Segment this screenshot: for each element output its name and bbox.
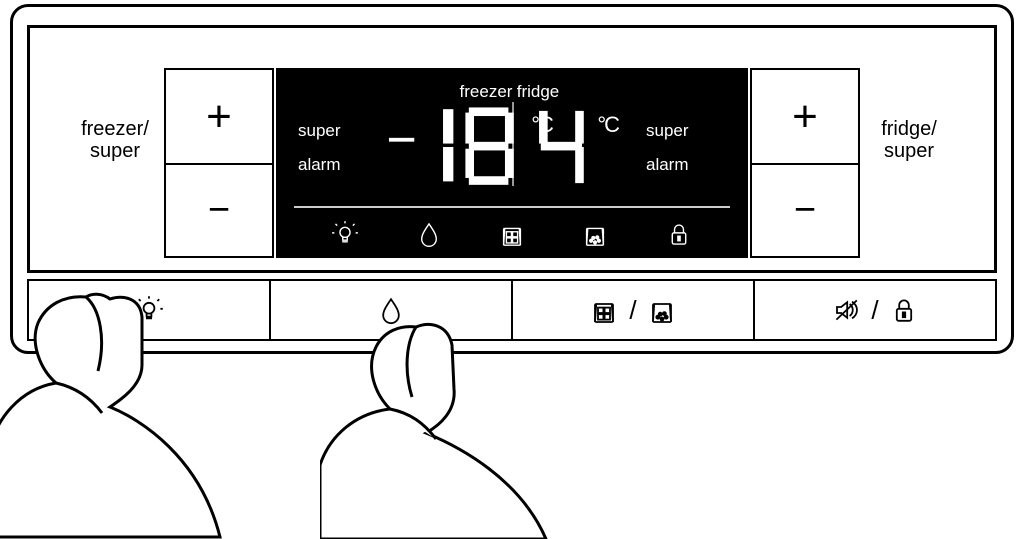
- label-text: freezer/: [81, 118, 149, 140]
- lcd-display: super alarm super alarm freezer fridge −: [276, 68, 748, 258]
- freezer-temp-controls: + −: [164, 68, 274, 258]
- fridge-flags: super alarm: [646, 114, 726, 182]
- temp-sign: −: [386, 114, 415, 173]
- ice-cubes-icon: [498, 220, 526, 248]
- display-panel-area: freezer/ super fridge/ super + − + − sup…: [27, 25, 997, 273]
- lcd-rule: [294, 206, 730, 208]
- light-icon: [331, 220, 359, 248]
- separator: /: [871, 295, 878, 326]
- lcd-readout: super alarm super alarm freezer fridge −: [276, 68, 748, 203]
- crushed-ice-icon: [647, 295, 677, 325]
- separator: /: [629, 295, 636, 326]
- freezer-temperature: − °C: [386, 104, 552, 212]
- flag-alarm: alarm: [646, 148, 726, 182]
- freezer-temp-down-button[interactable]: −: [164, 163, 274, 258]
- freezer-flags: super alarm: [298, 114, 378, 182]
- lcd-divider: [512, 102, 514, 186]
- fridge-temp-down-button[interactable]: −: [750, 163, 860, 258]
- fridge-temperature: °C: [533, 104, 618, 212]
- finger-left-illustration: [0, 289, 290, 539]
- temp-unit: °C: [597, 112, 618, 138]
- lock-icon: [665, 220, 693, 248]
- minus-icon: −: [794, 189, 816, 232]
- label-text: fridge/: [881, 118, 937, 140]
- seven-segment-4: [533, 104, 595, 190]
- flag-super: super: [646, 114, 726, 148]
- ice-cubes-icon: [589, 295, 619, 325]
- plus-icon: +: [792, 92, 818, 142]
- mute-icon: [831, 295, 861, 325]
- fridge-temp-up-button[interactable]: +: [750, 68, 860, 163]
- crushed-ice-icon: [581, 220, 609, 248]
- label-fridge-super: fridge/ super: [864, 118, 954, 162]
- label-freezer-super: freezer/ super: [70, 118, 160, 162]
- label-text: super: [884, 140, 934, 162]
- minus-icon: −: [208, 189, 230, 232]
- lcd-status-icons: [276, 214, 748, 254]
- water-icon: [415, 220, 443, 248]
- fridge-title: fridge: [478, 82, 598, 102]
- fridge-temp-controls: + −: [750, 68, 860, 258]
- plus-icon: +: [206, 92, 232, 142]
- mute-lock-button[interactable]: /: [753, 279, 997, 341]
- lock-icon: [889, 295, 919, 325]
- flag-super: super: [298, 114, 378, 148]
- label-text: super: [90, 140, 140, 162]
- finger-right-illustration: [320, 319, 580, 539]
- freezer-temp-up-button[interactable]: +: [164, 68, 274, 163]
- flag-alarm: alarm: [298, 148, 378, 182]
